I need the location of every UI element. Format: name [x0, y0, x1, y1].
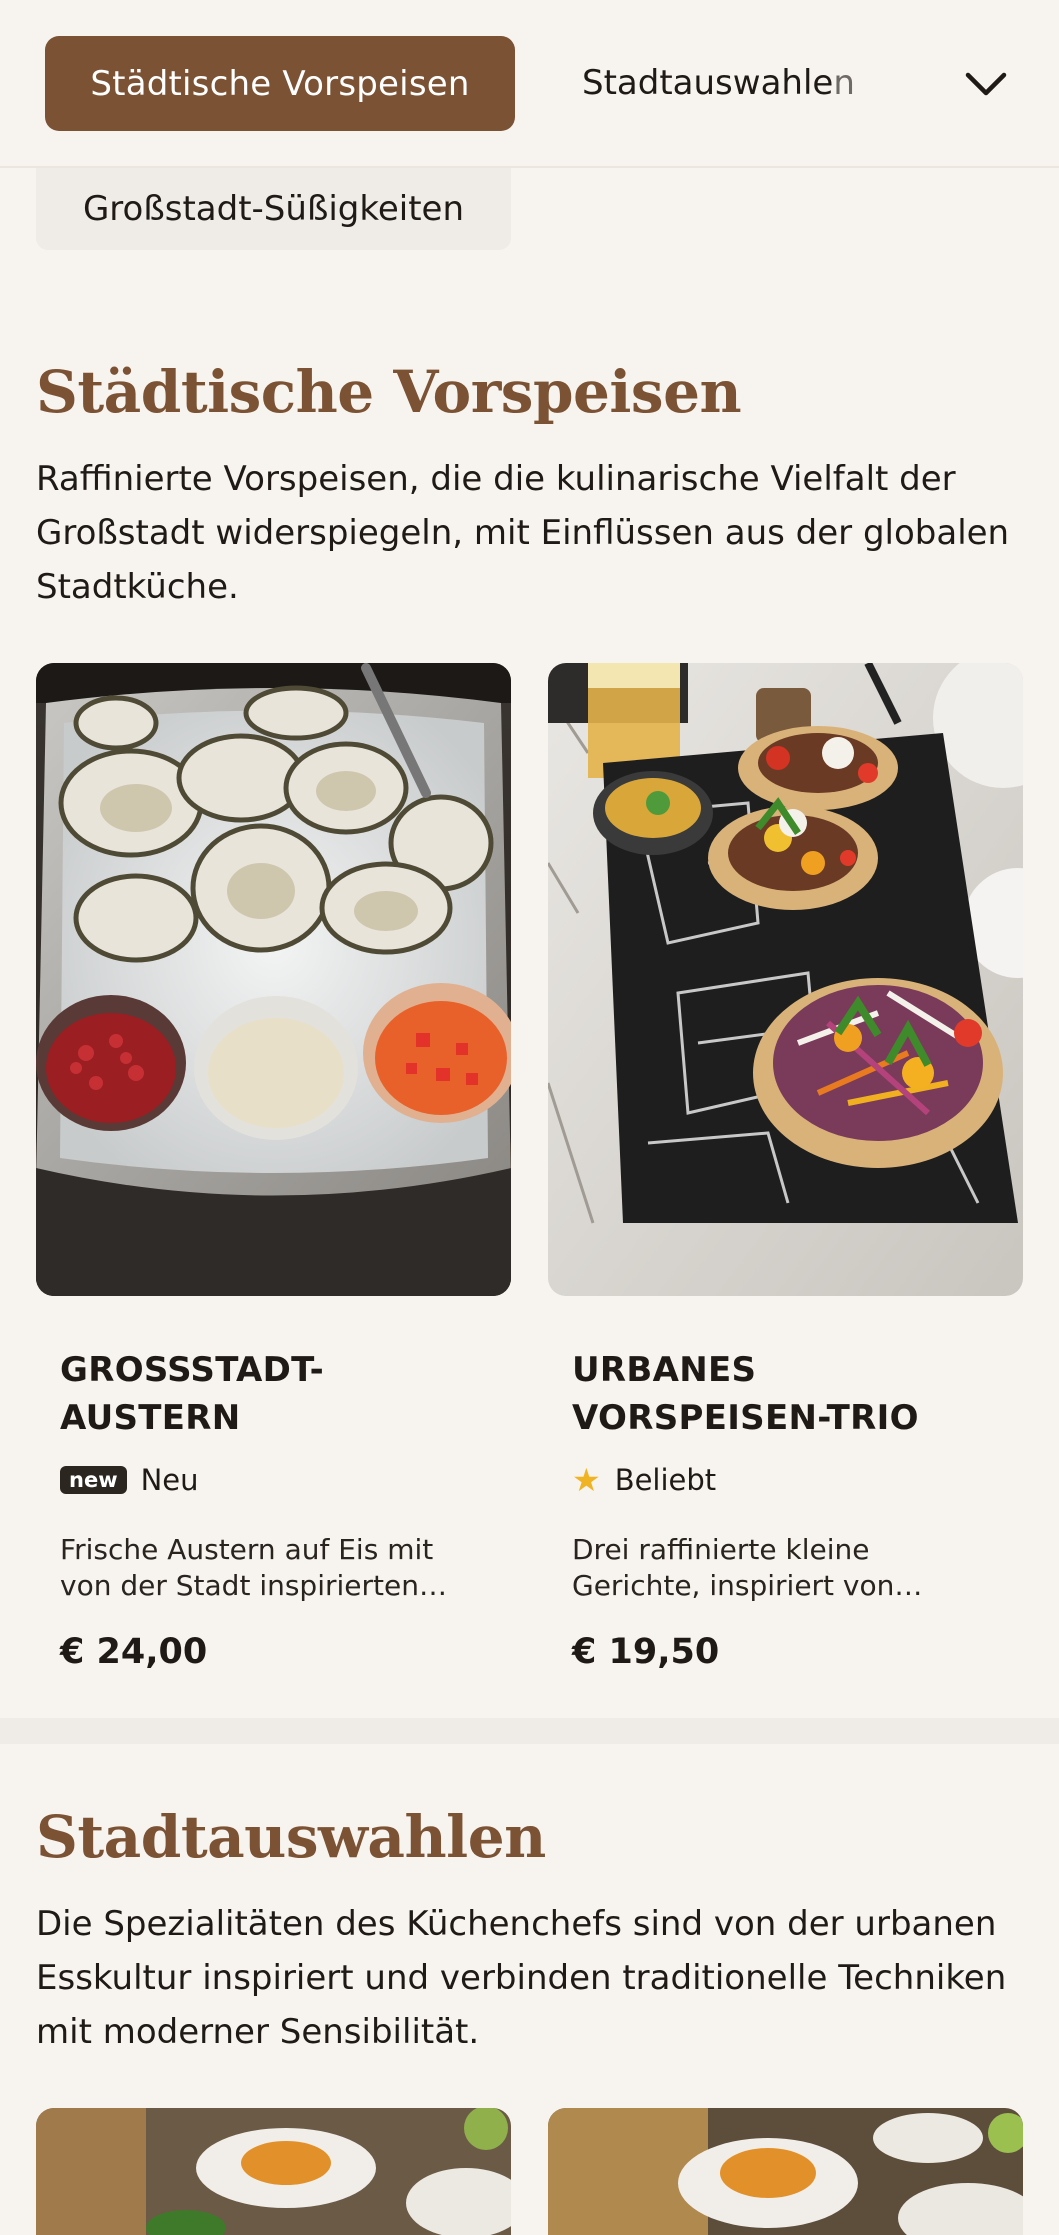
- section-title: Stadtauswahlen: [36, 1803, 546, 1871]
- menu-item-card[interactable]: [36, 2108, 511, 2235]
- item-description: Frische Austern auf Eis mit von der Stad…: [60, 1533, 447, 1602]
- item-description: Drei raffinierte kleine Gerichte, inspir…: [572, 1533, 923, 1602]
- section-title: Städtische Vorspeisen: [36, 358, 742, 426]
- appetizer-trio-image: [548, 663, 1023, 1296]
- category-nav: Städtische Vorspeisen Stadtauswahle n: [0, 0, 1059, 168]
- section-description: Raffinierte Vorspeisen, die die kulinari…: [36, 459, 1010, 607]
- menu-item-card[interactable]: URBANES VORSPEISEN-TRIO ★ Beliebt Drei r…: [548, 663, 1023, 1672]
- item-price: € 24,00: [60, 1632, 208, 1672]
- category-tab-staedtische-vorspeisen[interactable]: Städtische Vorspeisen: [45, 36, 515, 131]
- dish-image: [36, 2108, 511, 2235]
- star-icon: ★: [572, 1461, 601, 1499]
- status-badge: ★ Beliebt: [572, 1461, 999, 1499]
- category-tab-label: Stadtauswahle: [582, 63, 834, 103]
- badge-label: Beliebt: [614, 1463, 717, 1497]
- category-tab-label-fade: n: [833, 63, 855, 103]
- chevron-down-icon[interactable]: [960, 60, 1012, 108]
- item-name: URBANES VORSPEISEN-TRIO: [572, 1350, 919, 1438]
- new-icon: new: [60, 1466, 127, 1494]
- section-description: Die Spezialitäten des Küchenchefs sind v…: [36, 1904, 1007, 2052]
- category-option-grossstadt-suessigkeiten[interactable]: Großstadt-Süßigkeiten: [36, 168, 511, 250]
- category-tab-stadtauswahlen[interactable]: Stadtauswahle n: [582, 58, 855, 108]
- dish-image: [548, 2108, 1023, 2235]
- menu-item-card[interactable]: [548, 2108, 1023, 2235]
- section-divider: [0, 1718, 1059, 1744]
- badge-label: Neu: [140, 1463, 199, 1497]
- item-name: GROSSSTADT-AUSTERN: [60, 1350, 325, 1438]
- item-price: € 19,50: [572, 1632, 720, 1672]
- oysters-image: [36, 663, 511, 1296]
- status-badge: new Neu: [60, 1462, 487, 1498]
- menu-item-card[interactable]: GROSSSTADT-AUSTERN new Neu Frische Auste…: [36, 663, 511, 1672]
